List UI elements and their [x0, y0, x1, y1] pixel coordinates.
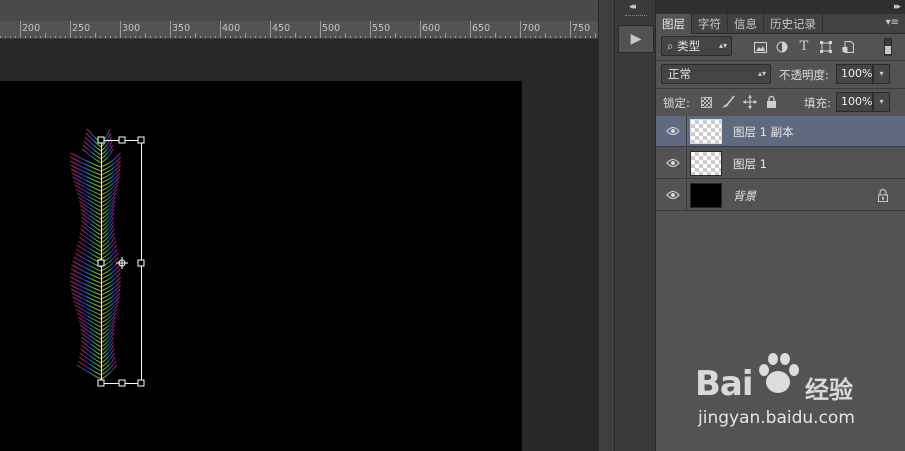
blend-mode-value: 正常	[668, 67, 691, 81]
type-filter-icon[interactable]: T	[796, 38, 812, 54]
layer-thumbnail[interactable]	[690, 119, 722, 144]
adjustment-filter-icon[interactable]	[774, 39, 790, 55]
eye-icon	[666, 127, 680, 135]
document-canvas[interactable]	[0, 81, 522, 451]
lock-all-icon[interactable]	[766, 95, 777, 111]
smart-object-filter-icon[interactable]	[840, 39, 856, 55]
ruler-label: 750	[572, 23, 591, 34]
collapse-arrows-icon[interactable]: ◂◂	[629, 2, 636, 12]
horizontal-ruler[interactable]: 200 250 300 350 400 450 500 550 600 650 700 750	[0, 21, 598, 39]
lock-label: 锁定:	[663, 96, 690, 110]
layer-visibility-toggle[interactable]	[656, 148, 687, 179]
fill-input[interactable]: 100%	[836, 92, 873, 112]
lock-image-pixels-icon[interactable]	[721, 95, 735, 112]
fill-label: 填充:	[804, 96, 831, 110]
search-icon: ⌕	[667, 39, 674, 53]
ruler-label: 300	[122, 23, 141, 34]
dock-grip[interactable]	[625, 15, 647, 17]
layer-row-layer1[interactable]: 图层 1	[656, 148, 905, 179]
layer-name[interactable]: 图层 1	[733, 156, 767, 172]
layer-visibility-toggle[interactable]	[656, 116, 687, 147]
filter-kind-dropdown[interactable]: ⌕ 类型 ▴▾	[661, 36, 732, 56]
opacity-slider-toggle[interactable]: ▾	[873, 64, 890, 84]
ruler-label: 500	[322, 23, 341, 34]
panel-menu-icon[interactable]: ▾≡	[886, 17, 899, 28]
updown-caret-icon: ▴▾	[757, 69, 766, 78]
filter-kind-label: 类型	[677, 39, 701, 53]
ruler-label: 250	[72, 23, 91, 34]
panel-tabs: 图层 字符 信息 历史记录	[656, 14, 905, 34]
tab-info[interactable]: 信息	[728, 14, 764, 34]
layer-row-background[interactable]: 背景	[656, 180, 905, 211]
collapsed-panel-dock: ◂◂ ▶	[614, 0, 656, 451]
lock-transparent-pixels-icon[interactable]	[701, 97, 712, 108]
opacity-input[interactable]: 100%	[836, 64, 873, 84]
watermark-brand: Bai	[695, 364, 754, 404]
layer-name[interactable]: 图层 1 副本	[733, 124, 794, 140]
layer-row-layer1-copy[interactable]: 图层 1 副本	[656, 116, 905, 147]
ruler-label: 600	[422, 23, 441, 34]
feather-artwork	[70, 128, 145, 387]
tab-history[interactable]: 历史记录	[764, 14, 823, 34]
layer-visibility-toggle[interactable]	[656, 180, 687, 211]
eye-icon	[666, 159, 680, 167]
layer-name[interactable]: 背景	[733, 188, 756, 204]
ruler-label: 700	[522, 23, 541, 34]
ruler-label: 450	[272, 23, 291, 34]
document-canvas-area[interactable]: 200 250 300 350 400 450 500 550 600 650 700 750	[0, 0, 598, 451]
baidu-jingyan-watermark: Bai 经验 jingyan.baidu.com	[695, 352, 895, 432]
tab-character[interactable]: 字符	[692, 14, 728, 34]
ruler-label: 550	[372, 23, 391, 34]
ruler-label: 350	[172, 23, 191, 34]
updown-caret-icon: ▴▾	[718, 41, 727, 50]
opacity-label: 不透明度:	[779, 68, 829, 82]
shape-filter-icon[interactable]	[818, 39, 834, 55]
document-tab-strip	[0, 0, 598, 21]
expand-arrows-icon[interactable]: ▸▸	[894, 2, 901, 12]
lock-icon[interactable]	[877, 188, 889, 202]
blend-mode-dropdown[interactable]: 正常 ▴▾	[661, 64, 771, 84]
play-icon: ▶	[630, 31, 642, 47]
filter-toggle-switch[interactable]	[884, 38, 892, 56]
lock-position-icon[interactable]	[743, 95, 757, 112]
layer-thumbnail[interactable]	[690, 183, 722, 208]
ruler-label: 400	[222, 23, 241, 34]
image-filter-icon[interactable]	[752, 39, 768, 55]
fill-slider-toggle[interactable]: ▾	[873, 92, 890, 112]
panel-header-bar: ▸▸	[656, 0, 905, 14]
watermark-jingyan: 经验	[805, 376, 853, 404]
ruler-label: 650	[472, 23, 491, 34]
paw-logo-icon	[759, 353, 799, 393]
eye-icon	[666, 191, 680, 199]
actions-panel-button[interactable]: ▶	[618, 25, 654, 53]
vertical-scrollbar[interactable]	[598, 0, 614, 451]
tab-layers[interactable]: 图层	[656, 14, 692, 34]
ruler-label: 200	[22, 23, 41, 34]
watermark-url: jingyan.baidu.com	[698, 408, 855, 428]
layer-thumbnail[interactable]	[690, 151, 722, 176]
